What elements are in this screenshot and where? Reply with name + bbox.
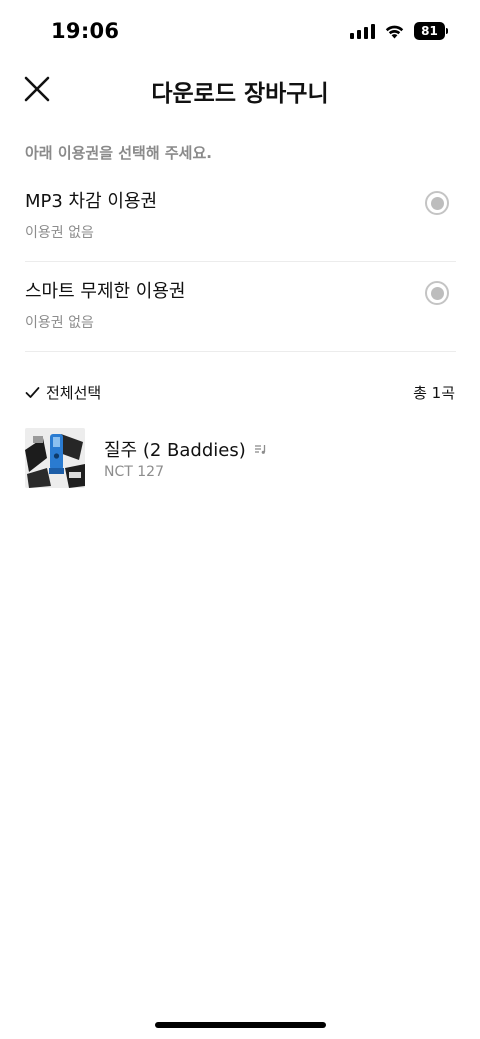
check-icon xyxy=(25,387,40,398)
radio-button[interactable] xyxy=(425,281,449,305)
option-mp3-pass[interactable]: MP3 차감 이용권 이용권 없음 xyxy=(25,172,456,262)
album-art xyxy=(25,428,85,488)
instruction-text: 아래 이용권을 선택해 주세요. xyxy=(25,144,212,162)
home-indicator xyxy=(155,1022,326,1028)
option-title: 스마트 무제한 이용권 xyxy=(25,281,186,302)
track-title: 질주 (2 Baddies) xyxy=(104,440,246,461)
track-title-group: 질주 (2 Baddies) xyxy=(104,436,268,462)
lyrics-icon xyxy=(254,445,265,454)
radio-button[interactable] xyxy=(425,191,449,215)
status-bar: 19:06 81 xyxy=(0,0,480,60)
option-title: MP3 차감 이용권 xyxy=(25,191,158,212)
header: 다운로드 장바구니 xyxy=(0,60,480,118)
option-subtitle: 이용권 없음 xyxy=(25,225,94,241)
option-smart-unlimited-pass[interactable]: 스마트 무제한 이용권 이용권 없음 xyxy=(25,262,456,352)
battery-level: 81 xyxy=(414,22,445,40)
battery-icon: 81 xyxy=(414,22,448,40)
wifi-icon xyxy=(384,23,405,39)
select-all-button[interactable]: 전체선택 xyxy=(25,382,101,403)
status-icons: 81 xyxy=(350,22,448,40)
page-title: 다운로드 장바구니 xyxy=(151,81,329,107)
select-all-label: 전체선택 xyxy=(46,384,102,402)
option-subtitle: 이용권 없음 xyxy=(25,315,94,331)
cellular-signal-icon xyxy=(350,23,375,39)
track-row[interactable]: 질주 (2 Baddies) NCT 127 xyxy=(25,428,456,488)
status-time: 19:06 xyxy=(51,19,120,43)
track-artist: NCT 127 xyxy=(104,464,164,480)
total-count: 총 1곡 xyxy=(413,384,455,402)
